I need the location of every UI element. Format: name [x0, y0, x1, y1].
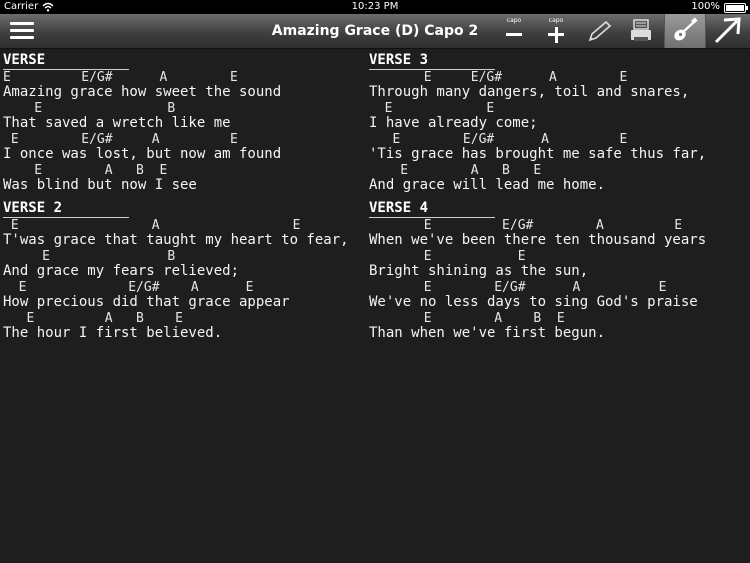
- toolbar: Amazing Grace (D) Capo 2 capo capo: [0, 14, 750, 49]
- chord-line: E B: [3, 101, 176, 116]
- verse-2: VERSE 2 E A E T'was grace that taught my…: [3, 200, 365, 343]
- chord-line: E E: [369, 249, 526, 264]
- chord-line: E E/G# A E: [3, 70, 238, 85]
- menu-button[interactable]: [10, 22, 34, 40]
- chord-line: E A B E: [369, 311, 565, 326]
- lyric-line: The hour I first believed.: [3, 325, 223, 341]
- lyric-line: How precious did that grace appear: [3, 294, 290, 310]
- lyric-line: We've no less days to sing God's praise: [369, 294, 698, 310]
- guitar-icon: [674, 17, 698, 41]
- chord-line: E A B E: [3, 163, 168, 178]
- battery-percent: 100%: [691, 1, 720, 12]
- lyric-line: Bright shining as the sun,: [369, 263, 589, 279]
- lyric-line: That saved a wretch like me: [3, 115, 231, 131]
- chord-line: E A E: [3, 218, 301, 233]
- verse-heading: VERSE 3: [369, 52, 495, 70]
- status-time: 10:23 PM: [351, 1, 399, 12]
- lyric-line: Than when we've first begun.: [369, 325, 606, 341]
- chord-mode-button[interactable]: [664, 14, 706, 48]
- left-column: VERSE E E/G# A E Amazing grace how sweet…: [3, 52, 365, 348]
- edit-button[interactable]: [580, 14, 620, 48]
- lyric-line: I have already come;: [369, 115, 538, 131]
- battery-icon: [724, 3, 748, 13]
- chord-line: E A B E: [3, 311, 184, 326]
- lyric-line: T'was grace that taught my heart to fear…: [3, 232, 349, 248]
- verse-1: VERSE E E/G# A E Amazing grace how sweet…: [3, 52, 365, 195]
- chord-line: E E/G# A E: [369, 218, 683, 233]
- lyric-line: Through many dangers, toil and snares,: [369, 84, 690, 100]
- capo-up-button[interactable]: capo: [536, 14, 576, 48]
- song-title: Amazing Grace (D) Capo 2: [271, 23, 479, 39]
- chord-line: E A B E: [369, 163, 542, 178]
- chord-line: E E/G# A E: [3, 132, 238, 147]
- chord-line: E E/G# A E: [369, 280, 667, 295]
- chord-line: E E/G# A E: [3, 280, 254, 295]
- verse-4: VERSE 4 E E/G# A E When we've been there…: [369, 200, 747, 343]
- menu-icon: [10, 22, 34, 39]
- lyric-line: And grace will lead me home.: [369, 177, 606, 193]
- song-content: VERSE E E/G# A E Amazing grace how sweet…: [0, 48, 750, 563]
- arrow-up-right-icon: [714, 17, 741, 44]
- right-column: VERSE 3 E E/G# A E Through many dangers,…: [369, 52, 747, 348]
- verse-heading: VERSE 2: [3, 200, 129, 218]
- chord-line: E B: [3, 249, 176, 264]
- capo-down-button[interactable]: capo: [494, 14, 534, 48]
- lyric-line: 'Tis grace has brought me safe thus far,: [369, 146, 707, 162]
- verse-heading: VERSE 4: [369, 200, 495, 218]
- lyric-line: Was blind but now I see: [3, 177, 197, 193]
- verse-3: VERSE 3 E E/G# A E Through many dangers,…: [369, 52, 747, 195]
- capo-up-label: capo: [548, 17, 564, 24]
- lyric-line: I once was lost, but now am found: [3, 146, 282, 162]
- lyric-line: And grace my fears relieved;: [3, 263, 240, 279]
- verse-heading: VERSE: [3, 52, 129, 70]
- print-button[interactable]: [621, 14, 661, 48]
- status-bar: Carrier 10:23 PM 100%: [0, 0, 750, 14]
- pencil-icon: [588, 20, 612, 42]
- status-right: 100%: [691, 0, 748, 14]
- printer-icon: [631, 19, 651, 41]
- capo-minus-icon: [506, 33, 522, 36]
- expand-button[interactable]: [705, 14, 750, 48]
- lyric-line: Amazing grace how sweet the sound: [3, 84, 282, 100]
- capo-down-label: capo: [506, 17, 522, 24]
- chord-line: E E/G# A E: [369, 70, 628, 85]
- chord-line: E E: [369, 101, 495, 116]
- lyric-line: When we've been there ten thousand years: [369, 232, 707, 248]
- chord-line: E E/G# A E: [369, 132, 628, 147]
